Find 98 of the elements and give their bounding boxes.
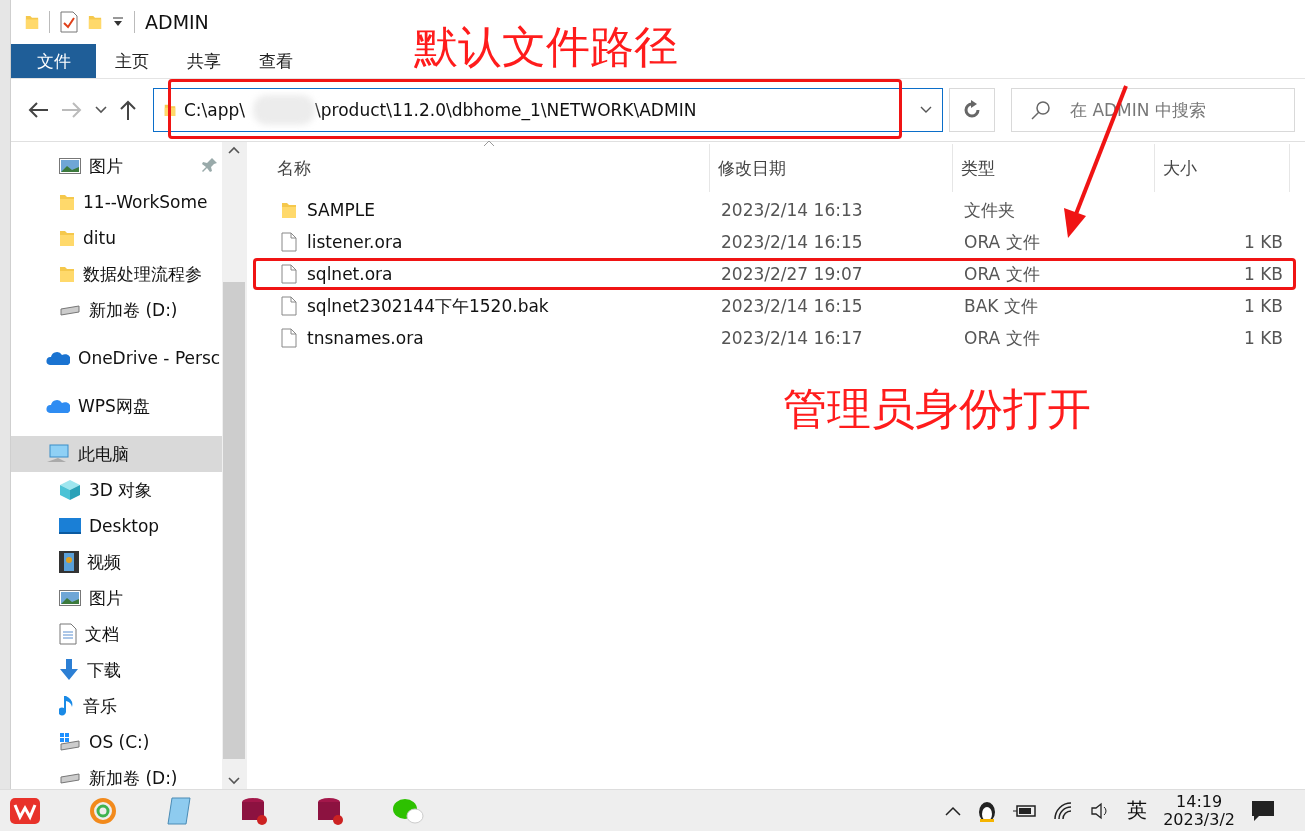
folder-icon [88,14,102,30]
modified-date: 2023/2/14 16:13 [720,200,864,220]
file-row[interactable]: sqlnet.ora 2023/2/27 19:07 ORA 文件 1 KB [253,258,1296,290]
file-icon [281,264,297,284]
file-icon [281,232,297,252]
music-note-icon [59,695,75,717]
column-header[interactable]: 修改日期 [710,144,953,192]
folder-icon [59,265,75,283]
file-type: 文件夹 [963,198,1016,222]
battery-icon[interactable] [1013,802,1038,819]
drive-icon [59,772,81,784]
sort-up-icon [483,140,495,147]
scroll-up-icon[interactable] [228,146,240,154]
folder-icon [59,229,75,247]
sidebar-item[interactable]: 此电脑 [11,436,222,472]
sidebar-item[interactable]: 数据处理流程参 [11,256,222,292]
file-icon [281,328,297,348]
search-icon [1031,100,1051,120]
annotation-text: 默认文件路径 [414,20,678,74]
database-icon[interactable] [240,795,268,826]
modified-date: 2023/2/14 16:15 [720,232,864,252]
modified-date: 2023/2/27 19:07 [720,264,864,284]
notepad-icon[interactable] [166,795,192,826]
sidebar-item[interactable]: 3D 对象 [11,472,222,508]
file-row[interactable]: sqlnet2302144下午1520.bak 2023/2/14 16:15 BAK 文件 1 KB [253,290,1296,322]
ribbon-tab[interactable]: 共享 [168,44,240,78]
cloud-icon [46,350,70,366]
sidebar-item[interactable]: 音乐 [11,688,222,724]
sidebar-item[interactable]: ditu [11,220,222,256]
scroll-down-icon[interactable] [228,777,240,785]
sidebar-item[interactable]: 下载 [11,652,222,688]
picture-icon [59,158,81,174]
folder-icon [164,103,176,117]
sidebar-item[interactable]: OS (C:) [11,724,222,760]
input-method-indicator[interactable]: 英 [1127,797,1148,824]
chevron-down-icon [95,106,107,114]
sidebar-item[interactable]: 图片 [11,148,222,184]
file-size: 1 KB [1242,328,1283,348]
scrollbar[interactable] [222,142,246,789]
chevron-down-icon[interactable] [920,106,932,114]
file-name: sqlnet.ora [307,264,393,284]
sidebar-item[interactable]: 新加卷 (D:) [11,760,222,789]
file-size: 1 KB [1242,296,1283,316]
column-header[interactable]: 类型 [953,144,1155,192]
properties-icon[interactable] [60,11,78,33]
cloud-icon [46,398,70,414]
cube-icon [59,479,81,501]
clock[interactable]: 14:19 2023/3/2 [1163,792,1235,829]
file-name: listener.ora [307,232,403,252]
database-icon[interactable] [316,795,344,826]
file-name: SAMPLE [307,200,375,220]
file-name: sqlnet2302144下午1520.bak [307,294,549,318]
drive-icon [59,733,81,751]
modified-date: 2023/2/14 16:15 [720,296,864,316]
ribbon-tab[interactable]: 主页 [96,44,168,78]
window-title: ADMIN [145,11,209,33]
sidebar-item[interactable]: OneDrive - Persc [11,340,222,376]
document-icon [59,623,77,645]
sidebar-item[interactable]: 图片 [11,580,222,616]
ribbon-tab[interactable]: 查看 [240,44,312,78]
sidebar-item[interactable]: Desktop [11,508,222,544]
file-size: 1 KB [1242,232,1283,252]
file-type: ORA 文件 [963,326,1041,350]
folder-icon [25,14,39,30]
column-header[interactable]: 名称 [247,144,710,192]
file-name: tnsnames.ora [307,328,424,348]
sidebar-item[interactable]: WPS网盘 [11,388,222,424]
ribbon-tab[interactable]: 文件 [11,44,96,78]
file-row[interactable]: listener.ora 2023/2/14 16:15 ORA 文件 1 KB [253,226,1296,258]
file-row[interactable]: SAMPLE 2023/2/14 16:13 文件夹 [253,194,1296,226]
chevron-up-icon[interactable] [945,805,962,816]
wps-icon[interactable] [10,797,40,824]
refresh-button[interactable] [949,88,995,132]
column-header[interactable]: 大小 [1155,144,1290,192]
file-icon [281,296,297,316]
desktop-icon [59,518,81,534]
notification-icon[interactable] [1251,799,1275,822]
sidebar-item[interactable]: 新加卷 (D:) [11,292,222,328]
picture-icon [59,590,81,606]
file-type: ORA 文件 [963,262,1041,286]
modified-date: 2023/2/14 16:17 [720,328,864,348]
file-type: BAK 文件 [963,294,1039,318]
file-row[interactable]: tnsnames.ora 2023/2/14 16:17 ORA 文件 1 KB [253,322,1296,354]
folder-icon [59,193,75,211]
refresh-icon [962,100,982,120]
sidebar-item[interactable]: 视频 [11,544,222,580]
film-icon [59,551,79,573]
download-icon [59,659,79,681]
folder-icon [281,201,297,219]
sidebar-item[interactable]: 11--WorkSome [11,184,222,220]
file-size: 1 KB [1242,264,1283,284]
computer-icon [46,444,70,464]
drive-icon [59,304,81,316]
file-type: ORA 文件 [963,230,1041,254]
annotation-text: 管理员身份打开 [783,382,1091,436]
dropdown-arrow-icon[interactable] [112,17,124,27]
address-field[interactable]: C:\app\ \product\11.2.0\dbhome_1\NETWORK\ADMIN [153,88,943,132]
sidebar-item[interactable]: 文档 [11,616,222,652]
